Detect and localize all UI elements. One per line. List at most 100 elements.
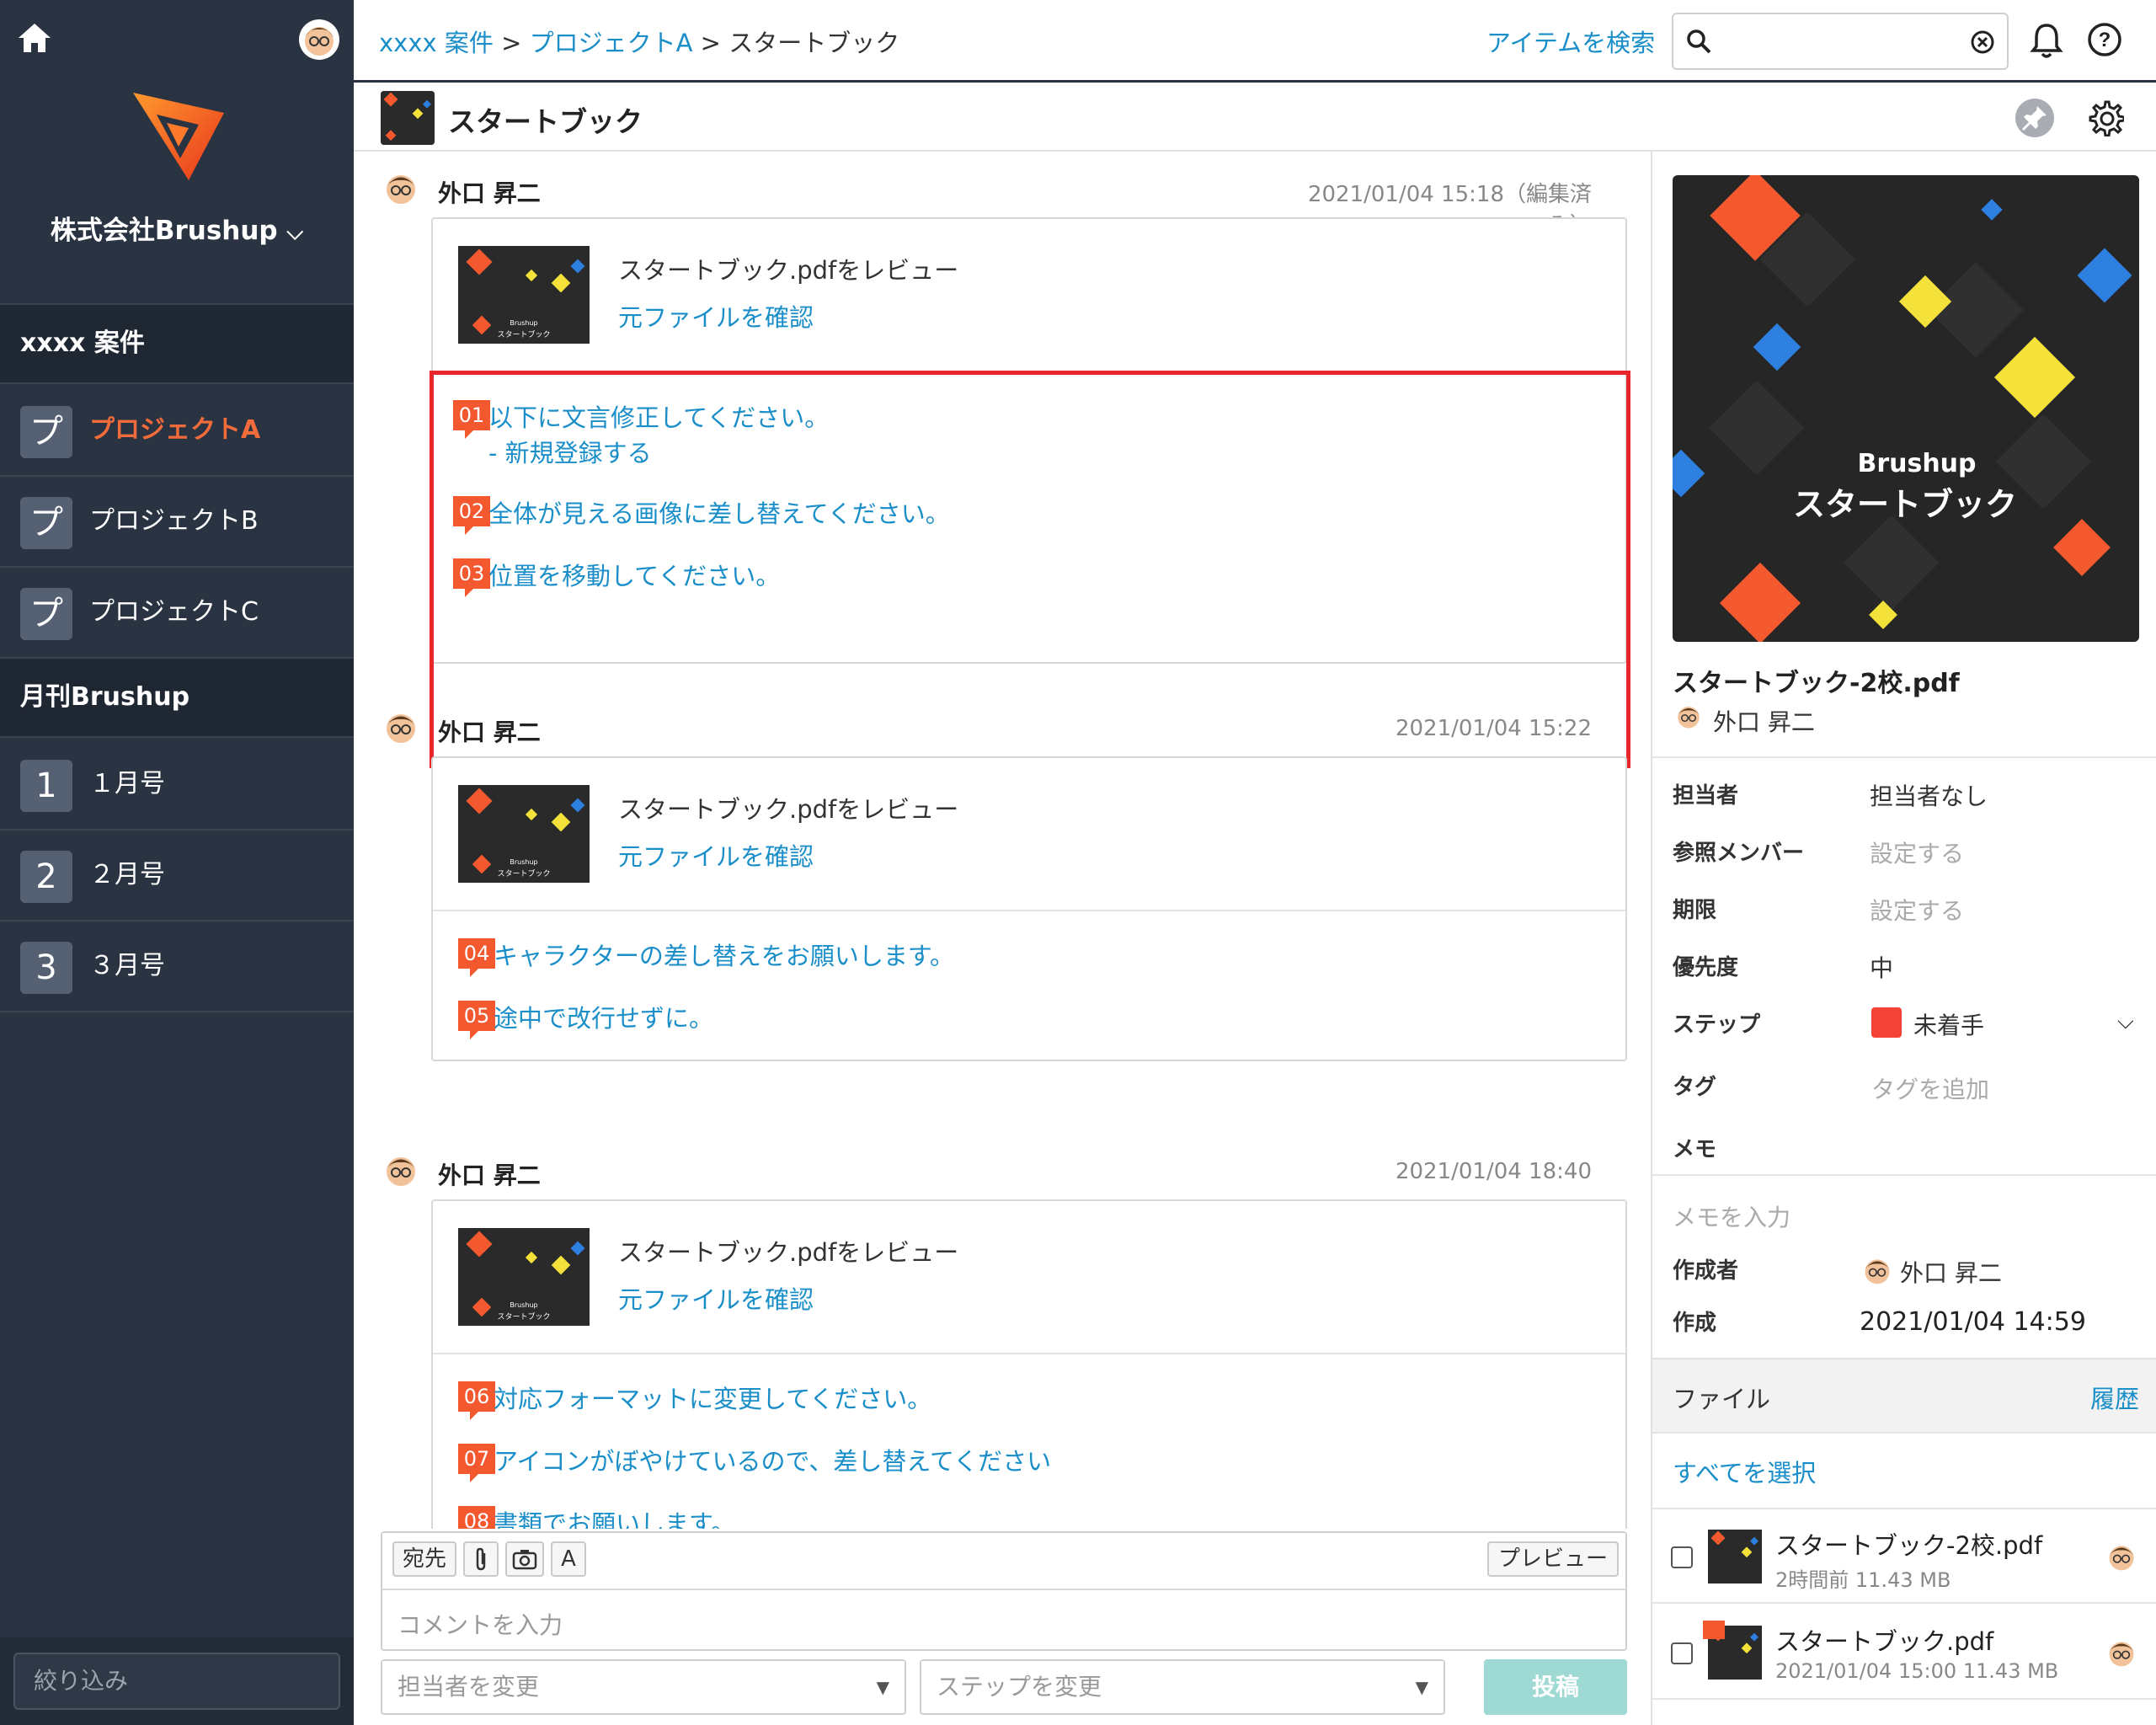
comment-text-line[interactable]: - 新規登録する	[488, 434, 652, 469]
project-badge: プ	[20, 588, 72, 640]
clear-icon[interactable]	[1970, 29, 1995, 58]
pin-icon[interactable]	[2015, 98, 2055, 142]
thumb-brand: Brushup	[510, 858, 537, 866]
sidebar-item-march[interactable]: 3 ３月号	[0, 921, 354, 1012]
attachment-thumbnail[interactable]: Brushup スタートブック	[458, 246, 590, 344]
step-select[interactable]: ステップを変更 ▼	[920, 1659, 1445, 1715]
comment-marker[interactable]: 01	[453, 400, 490, 439]
sidebar-item-project-b[interactable]: プ プロジェクトB	[0, 477, 354, 568]
thumb-title: スタートブック	[497, 868, 550, 879]
file-checkbox[interactable]	[1671, 1642, 1693, 1664]
org-switcher[interactable]: 株式会社Brushup ⌵	[0, 209, 354, 247]
chevron-down-icon: ⌵	[286, 220, 304, 245]
search-icon	[1685, 28, 1712, 58]
comment-text[interactable]: キャラクターの差し替えをお願いします。	[494, 937, 954, 972]
comment-feed: 外口 昇二 2021/01/04 15:18（編集済み） Brushupスタート…	[354, 152, 1651, 1529]
camera-icon[interactable]	[505, 1541, 544, 1577]
file-author: 外口 昇二	[1713, 708, 1815, 736]
tag-add[interactable]: タグを追加	[1871, 1071, 1989, 1105]
sidebar-item-label: １月号	[89, 769, 165, 798]
divider	[382, 1589, 1625, 1590]
breadcrumb-item[interactable]: xxxx 案件	[379, 29, 494, 57]
deadline-value[interactable]: 設定する	[1870, 893, 1964, 927]
memo-input[interactable]: メモを入力	[1673, 1199, 1790, 1233]
breadcrumb-separator: >	[692, 29, 729, 57]
sidebar-item-label: プロジェクトC	[89, 597, 259, 627]
section-header[interactable]: xxxx 案件	[0, 303, 354, 384]
view-original-link[interactable]: 元ファイルを確認	[618, 1280, 814, 1316]
comment-text[interactable]: 対応フォーマットに変更してください。	[494, 1380, 931, 1415]
top-bar: xxxx 案件 > プロジェクトA > スタートブック アイテムを検索 ?	[354, 0, 2156, 83]
brushup-logo	[128, 86, 229, 187]
attach-icon[interactable]	[463, 1541, 499, 1577]
view-original-link[interactable]: 元ファイルを確認	[618, 837, 814, 873]
priority-value[interactable]: 中	[1870, 950, 1893, 984]
file-checkbox[interactable]	[1671, 1546, 1693, 1568]
user-avatar[interactable]	[298, 19, 340, 61]
comment-text[interactable]: 位置を移動してください。	[488, 557, 780, 592]
breadcrumb-item[interactable]: プロジェクトA	[530, 29, 693, 57]
sidebar-item-label: プロジェクトA	[89, 415, 261, 445]
attachment-thumbnail[interactable]: Brushup スタートブック	[458, 785, 590, 883]
assignee-select[interactable]: 担当者を変更 ▼	[381, 1659, 906, 1715]
thumb-brand: Brushup	[510, 1301, 537, 1309]
members-value[interactable]: 設定する	[1870, 836, 1964, 869]
prop-label: メモ	[1673, 1137, 1717, 1162]
file-row[interactable]: スタートブック.pdf 2021/01/04 15:00 11.43 MB	[1652, 1605, 2156, 1700]
creator-name: 外口 昇二	[1900, 1259, 2002, 1287]
bell-icon[interactable]	[2030, 22, 2063, 62]
assignee-value[interactable]: 担当者なし	[1870, 778, 1988, 812]
home-icon[interactable]	[15, 19, 54, 57]
mention-button[interactable]: 宛先	[392, 1541, 456, 1577]
section-header[interactable]: 月刊Brushup	[0, 657, 354, 738]
comment-marker[interactable]: 06	[458, 1381, 495, 1420]
preview-button[interactable]: プレビュー	[1487, 1541, 1619, 1577]
issue-badge: 3	[20, 942, 72, 994]
chevron-down-icon[interactable]: ⌵	[2117, 1009, 2134, 1035]
sidebar-item-january[interactable]: 1 １月号	[0, 740, 354, 830]
file-preview[interactable]: Brushup スタートブック	[1673, 175, 2139, 642]
post-button[interactable]: 投稿	[1484, 1659, 1627, 1715]
select-all-link[interactable]: すべてを選択	[1673, 1454, 1816, 1489]
comment-text[interactable]: 書類でお願いします。	[494, 1504, 735, 1529]
comment-marker[interactable]: 08	[458, 1506, 495, 1529]
help-icon[interactable]: ?	[2087, 22, 2122, 61]
sidebar-item-project-c[interactable]: プ プロジェクトC	[0, 568, 354, 659]
user-name: 外口 昇二	[438, 179, 541, 207]
sidebar-item-february[interactable]: 2 ２月号	[0, 830, 354, 921]
breadcrumb-current: スタートブック	[728, 29, 900, 57]
item-search-link[interactable]: アイテムを検索	[1486, 24, 1655, 59]
breadcrumb: xxxx 案件 > プロジェクトA > スタートブック	[379, 24, 899, 59]
comment-marker[interactable]: 04	[458, 938, 495, 977]
history-link[interactable]: 履歴	[2090, 1380, 2139, 1415]
prop-label: 参照メンバー	[1673, 841, 1805, 866]
post: 外口 昇二 2021/01/04 15:18（編集済み） Brushupスタート…	[354, 152, 1651, 768]
comment-input[interactable]: コメントを入力	[398, 1607, 563, 1641]
comment-marker[interactable]: 05	[458, 1001, 495, 1039]
view-original-link[interactable]: 元ファイルを確認	[618, 298, 814, 334]
created-value: 2021/01/04 14:59	[1860, 1307, 2086, 1337]
search-input[interactable]	[1672, 13, 2009, 70]
user-name: 外口 昇二	[438, 1162, 541, 1189]
file-thumbnail	[1708, 1530, 1762, 1583]
comment-text[interactable]: 途中で改行せずに。	[494, 999, 713, 1034]
user-avatar	[1676, 704, 1701, 729]
sidebar-item-project-a[interactable]: プ プロジェクトA	[0, 386, 354, 477]
divider	[433, 910, 1625, 911]
attachment-thumbnail[interactable]: Brushup スタートブック	[458, 1228, 590, 1326]
comment-text[interactable]: アイコンがぼやけているので、差し替えてください	[494, 1442, 1051, 1477]
comment-marker[interactable]: 03	[453, 558, 490, 597]
comment-text[interactable]: 以下に文言修正してください。	[488, 398, 829, 434]
comment-marker[interactable]: 07	[458, 1444, 495, 1482]
filter-input[interactable]: 絞り込み	[13, 1653, 340, 1710]
gear-icon[interactable]	[2087, 99, 2126, 140]
file-row[interactable]: スタートブック-2校.pdf 2時間前 11.43 MB	[1652, 1509, 2156, 1604]
comment-marker[interactable]: 02	[453, 496, 490, 535]
file-row-meta: 2時間前 11.43 MB	[1775, 1568, 1951, 1592]
text-format-button[interactable]: A	[551, 1541, 586, 1577]
user-avatar	[384, 1154, 418, 1188]
sidebar: 株式会社Brushup ⌵ xxxx 案件 プ プロジェクトA プ プロジェクト…	[0, 0, 354, 1725]
prop-label: 優先度	[1673, 955, 1739, 980]
step-value[interactable]: 未着手	[1913, 1007, 1984, 1041]
comment-text[interactable]: 全体が見える画像に差し替えてください。	[488, 494, 950, 530]
